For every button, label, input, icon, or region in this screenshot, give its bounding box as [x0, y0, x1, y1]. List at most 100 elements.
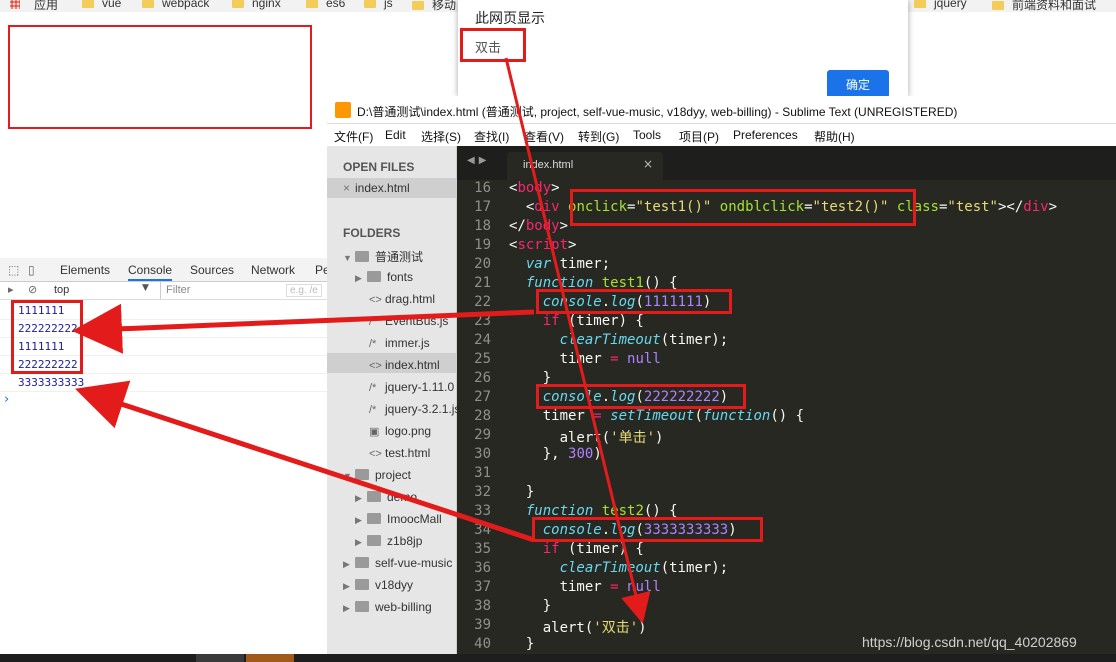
menu-preferences[interactable]: Preferences [733, 128, 798, 142]
menu-view[interactable]: 查看(V) [524, 128, 564, 145]
context-selector[interactable]: top [54, 284, 69, 296]
tree-file-jquery-1[interactable]: /* jquery-1.11.0 [369, 380, 454, 394]
bookmark-webpack[interactable]: webpack [142, 0, 209, 10]
menu-goto[interactable]: 转到(G) [578, 128, 619, 145]
code-line: <script> [509, 237, 577, 253]
tab-sources[interactable]: Sources [190, 263, 234, 277]
tree-folder-demo[interactable]: ▶ demo [355, 490, 417, 504]
tree-label: jquery-1.11.0 [385, 380, 455, 394]
menu-project[interactable]: 项目(P) [679, 128, 719, 145]
bookmark-apps[interactable]: 应用 [34, 0, 58, 12]
code-line: var timer; [525, 256, 611, 272]
code-line: timer = null [509, 579, 661, 595]
clear-console-icon[interactable]: ⊘ [28, 283, 37, 296]
tree-folder-project[interactable]: ▼ project [343, 468, 411, 482]
sublime-logo-icon [335, 102, 351, 118]
menu-tools[interactable]: Tools [633, 128, 661, 142]
tree-folder-root[interactable]: ▼ 普通测试 [343, 248, 423, 265]
tab-elements[interactable]: Elements [60, 263, 110, 277]
tab-console[interactable]: Console [128, 263, 173, 281]
console-prompt[interactable]: › [0, 392, 330, 407]
tree-label: test.html [385, 446, 431, 460]
tree-folder-z1b8jp[interactable]: ▶ z1b8jp [355, 534, 422, 548]
taskbar-item[interactable] [246, 654, 294, 662]
bookmark-vue[interactable]: vue [82, 0, 121, 10]
tree-file-jquery-3[interactable]: /* jquery-3.2.1.js [369, 402, 460, 416]
bookmark-mobile[interactable]: 移动 [412, 0, 456, 12]
tab-label: index.html [523, 159, 574, 171]
tree-label: EventBus.js [385, 314, 449, 328]
tab-index-html[interactable]: index.html × [507, 152, 663, 180]
tree-file-logo[interactable]: ▣ logo.png [369, 424, 431, 438]
bookmark-label: 前端资料和面试 [1012, 0, 1097, 12]
line-number: 21 [474, 275, 491, 291]
taskbar-item[interactable] [196, 654, 244, 662]
code-line: } [509, 636, 535, 652]
close-icon[interactable]: × [643, 157, 653, 171]
highlight-box-console-1 [11, 300, 83, 374]
bookmark-es6[interactable]: es6 [306, 0, 345, 10]
line-number: 23 [474, 313, 491, 329]
folder-icon [914, 0, 926, 9]
bookmark-label: webpack [162, 0, 210, 10]
tree-file-test[interactable]: <> test.html [369, 446, 430, 460]
line-number: 27 [474, 389, 491, 405]
window-title: D:\普通测试\index.html (普通测试, project, self-… [357, 105, 958, 119]
window-titlebar: D:\普通测试\index.html (普通测试, project, self-… [327, 96, 1116, 124]
menu-file[interactable]: 文件(F) [334, 128, 373, 145]
sidebar-toggle-icon[interactable]: ▸ [8, 283, 14, 296]
tree-folder-web-billing[interactable]: ▶ web-billing [343, 600, 432, 614]
line-number: 32 [474, 484, 491, 500]
apps-icon[interactable] [10, 0, 20, 9]
folder-icon [355, 579, 369, 590]
ok-button[interactable]: 确定 [827, 70, 889, 98]
tree-label: self-vue-music [375, 556, 453, 570]
tree-file-immer[interactable]: /* immer.js [369, 336, 430, 350]
tree-file-eventbus[interactable]: /* EventBus.js [369, 314, 448, 328]
bookmark-js[interactable]: js [364, 0, 393, 10]
tree-folder-v18dyy[interactable]: ▶ v18dyy [343, 578, 413, 592]
open-file-index[interactable]: × index.html [343, 181, 410, 195]
tab-nav-arrows-icon[interactable]: ◀▶ [467, 155, 490, 166]
menu-selection[interactable]: 选择(S) [421, 128, 461, 145]
line-number: 16 [474, 180, 491, 196]
inspect-icon[interactable]: ⬚ [8, 263, 19, 277]
tree-file-drag[interactable]: <> drag.html [369, 292, 435, 306]
menu-find[interactable]: 查找(I) [474, 128, 509, 145]
code-editor[interactable]: 16 17 18 19 20 21 22 23 24 25 26 27 28 29 30 31 32 33 34 35… [457, 180, 1116, 662]
folder-icon [367, 513, 381, 524]
line-number: 30 [474, 446, 491, 462]
tree-label: drag.html [385, 292, 436, 306]
bookmark-jquery[interactable]: jquery [914, 0, 967, 10]
bookmark-interview[interactable]: 前端资料和面试 [992, 0, 1096, 12]
folder-icon [306, 0, 318, 9]
tree-folder-fonts[interactable]: ▶ fonts [355, 270, 413, 284]
open-file-label: index.html [355, 181, 410, 195]
line-number: 29 [474, 427, 491, 443]
tab-network[interactable]: Network [251, 263, 295, 277]
tree-folder-self-vue-music[interactable]: ▶ self-vue-music [343, 556, 452, 570]
menu-help[interactable]: 帮助(H) [814, 128, 855, 145]
alert-title: 此网页显示 [475, 10, 545, 26]
line-number: 18 [474, 218, 491, 234]
menu-edit[interactable]: Edit [385, 128, 406, 142]
filter-input[interactable]: Filter [166, 284, 190, 296]
code-line: if (timer) { [542, 313, 644, 329]
highlight-box-alert [460, 28, 526, 62]
line-number: 35 [474, 541, 491, 557]
line-number: 26 [474, 370, 491, 386]
test-div[interactable] [8, 25, 312, 129]
bookmark-label: nginx [252, 0, 281, 10]
line-number: 25 [474, 351, 491, 367]
chevron-down-icon[interactable]: ▼ [142, 283, 149, 293]
folder-icon [355, 601, 369, 612]
line-number: 28 [474, 408, 491, 424]
tree-file-index[interactable]: <> index.html [369, 358, 440, 372]
bookmark-nginx[interactable]: nginx [232, 0, 281, 10]
folder-icon [992, 1, 1004, 11]
tree-folder-imoocmall[interactable]: ▶ ImoocMall [355, 512, 442, 526]
folder-icon [82, 0, 94, 9]
highlight-box-log-2 [536, 384, 746, 409]
highlight-box-attributes [570, 189, 916, 226]
device-toolbar-icon[interactable]: ▯ [28, 263, 35, 277]
